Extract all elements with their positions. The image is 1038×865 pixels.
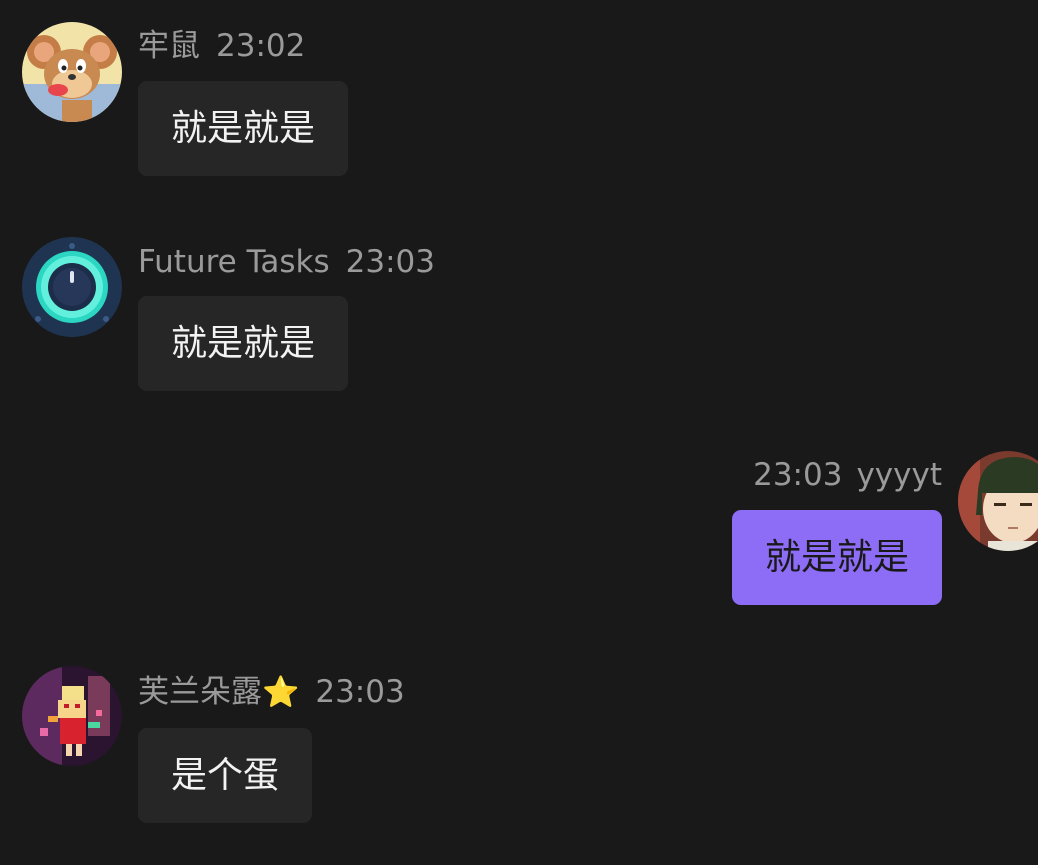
message-meta: 芙兰朵露⭐ 23:03 [138, 672, 405, 712]
message-time: 23:02 [216, 28, 306, 64]
message-meta: 23:03 yyyyt [753, 455, 942, 495]
message-bubble[interactable]: 就是就是 [138, 296, 349, 391]
message-meta: Future Tasks 23:03 [138, 242, 435, 282]
pixel-vampire-girl-avatar[interactable] [22, 666, 122, 766]
sender-name[interactable]: Future Tasks [138, 244, 330, 280]
message-bubble[interactable]: 是个蛋 [138, 728, 313, 823]
chat-message-list: 牢鼠 23:02 就是就是 Future Tasks 23:03 就是就是 23… [0, 0, 1038, 865]
message-time: 23:03 [315, 674, 405, 710]
sender-name[interactable]: 芙兰朵露⭐ [138, 674, 299, 710]
message-bubble[interactable]: 就是就是 [731, 510, 942, 605]
message-time: 23:03 [753, 457, 843, 493]
anime-boy-avatar[interactable] [958, 451, 1038, 551]
message-time: 23:03 [345, 244, 435, 280]
sender-name-text: 芙兰朵露 [138, 674, 262, 710]
sender-name[interactable]: 牢鼠 [138, 28, 200, 64]
message-bubble[interactable]: 就是就是 [138, 81, 349, 176]
dial-knob-avatar[interactable] [22, 237, 122, 337]
sender-name[interactable]: yyyyt [856, 457, 942, 493]
star-icon: ⭐ [262, 675, 300, 710]
jerry-mouse-avatar[interactable] [22, 22, 122, 122]
message-meta: 牢鼠 23:02 [138, 26, 305, 66]
